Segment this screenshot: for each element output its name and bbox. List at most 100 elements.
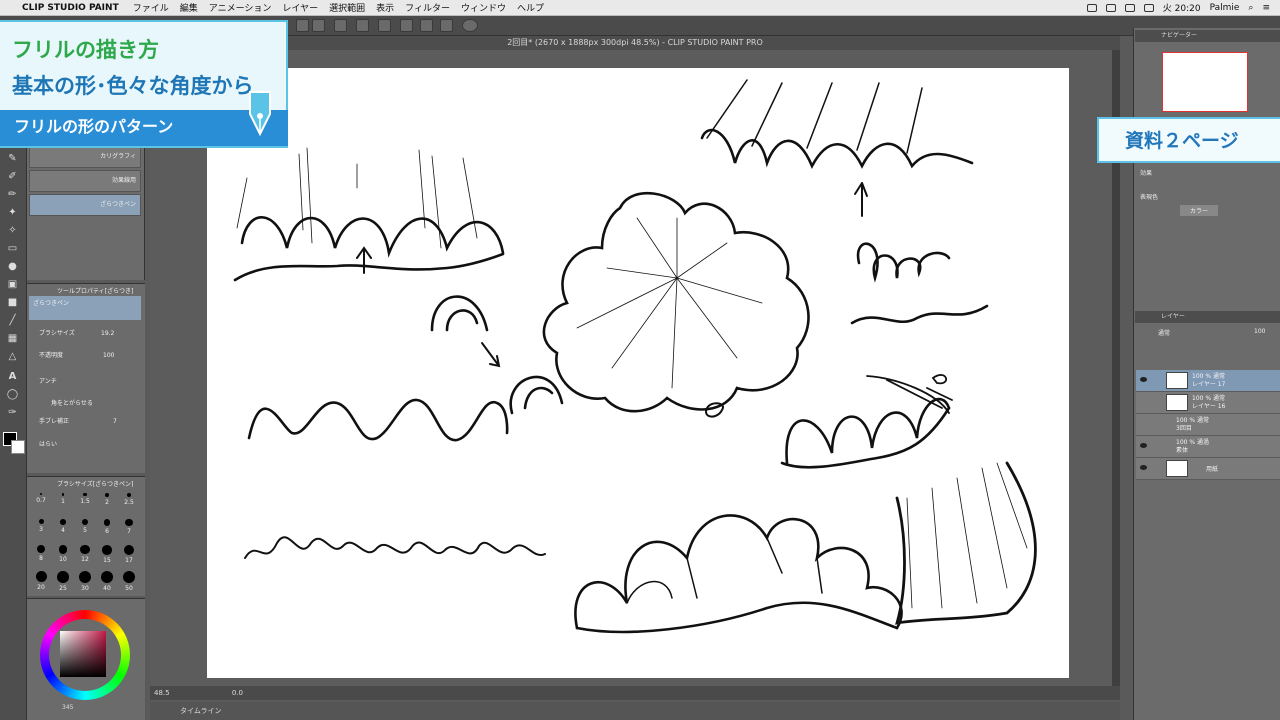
brush-size-label: 2 [105, 498, 109, 506]
brush-size-cell[interactable]: 2 [97, 491, 117, 515]
brush-size-cell[interactable]: 0.7 [31, 491, 51, 515]
airbrush-tool-icon[interactable]: ✦ [5, 206, 20, 219]
sub-color-swatch[interactable] [11, 440, 25, 454]
zoom-value[interactable]: 48.5 [154, 689, 170, 697]
brush-size-cell[interactable]: 8 [31, 543, 51, 567]
ruler-tool-icon[interactable]: △ [5, 350, 20, 363]
brush-item[interactable]: カリグラフィ [29, 146, 141, 168]
eraser-tool-icon[interactable]: ▭ [5, 242, 20, 255]
brush-size-label: 12 [81, 556, 89, 564]
brush-size-value[interactable]: 19.2 [101, 330, 114, 337]
angle-value[interactable]: 0.0 [232, 689, 243, 697]
brush-size-cell[interactable]: 5 [75, 517, 95, 541]
brush-size-cell[interactable]: 50 [119, 569, 139, 593]
eye-icon[interactable] [1140, 377, 1147, 382]
figure-tool-icon[interactable]: ╱ [5, 314, 20, 327]
sketch-drawing [233, 79, 1037, 634]
menu-file[interactable]: ファイル [133, 1, 169, 14]
menu-layer[interactable]: レイヤー [282, 1, 318, 14]
menu-view[interactable]: 表示 [376, 1, 394, 14]
layer-row[interactable]: 100 % 通常 レイヤー 16 [1136, 392, 1280, 414]
layer-row[interactable]: 100 % 通常 レイヤー 17 [1136, 370, 1280, 392]
brush-tool-icon[interactable]: ✏ [5, 188, 20, 201]
brush-size-cell[interactable]: 4 [53, 517, 73, 541]
brush-size-cell[interactable]: 3 [31, 517, 51, 541]
tool-button[interactable] [440, 19, 453, 32]
stabilize-value[interactable]: 7 [113, 418, 117, 425]
brush-size-cell[interactable]: 17 [119, 543, 139, 567]
tool-button[interactable] [312, 19, 325, 32]
brush-preview[interactable]: ざらつきペン [29, 296, 141, 320]
eye-icon[interactable] [1140, 465, 1147, 470]
navigator-tab[interactable]: ナビゲーター [1135, 30, 1280, 42]
blend-mode-select[interactable]: 通常 [1158, 328, 1170, 337]
pen-tool-icon[interactable]: ✎ [5, 152, 20, 165]
tool-button[interactable] [378, 19, 391, 32]
opacity-value[interactable]: 100 [103, 352, 114, 359]
layer-folder-row[interactable]: 100 % 通常 3回目 [1136, 414, 1280, 436]
pencil-tool-icon[interactable]: ✐ [5, 170, 20, 183]
drawing-canvas[interactable] [207, 68, 1069, 678]
brush-size-cell[interactable]: 40 [97, 569, 117, 593]
wifi-icon[interactable] [1124, 3, 1135, 12]
tool-button[interactable] [400, 19, 413, 32]
brush-size-dot [60, 519, 66, 525]
brush-size-cell[interactable]: 25 [53, 569, 73, 593]
clock[interactable]: 火 20:20 [1163, 1, 1201, 14]
tool-button[interactable] [334, 19, 347, 32]
menu-window[interactable]: ウィンドウ [461, 1, 506, 14]
brush-size-cell[interactable]: 10 [53, 543, 73, 567]
status-icon[interactable] [1105, 3, 1116, 12]
tool-button[interactable] [420, 19, 433, 32]
layer-opacity-value[interactable]: 100 [1254, 328, 1265, 335]
layer-folder-row[interactable]: 100 % 通過 素体 [1136, 436, 1280, 458]
layer-tab[interactable]: レイヤー [1135, 311, 1280, 323]
battery-icon[interactable] [1143, 3, 1154, 12]
brush-item[interactable]: 効果線用 [29, 170, 141, 192]
gradient-tool-icon[interactable]: ■ [5, 296, 20, 309]
brush-size-cell[interactable]: 2.5 [119, 491, 139, 515]
paper-layer-row[interactable]: 用紙 [1136, 458, 1280, 480]
settings-icon[interactable] [462, 19, 478, 32]
menu-selection[interactable]: 選択範囲 [329, 1, 365, 14]
navigator-thumbnail[interactable] [1162, 52, 1248, 112]
brush-size-cell[interactable]: 15 [97, 543, 117, 567]
user-name[interactable]: Palmie [1210, 3, 1240, 13]
menu-help[interactable]: ヘルプ [517, 1, 544, 14]
brush-item-selected[interactable]: ざらつきペン [29, 194, 141, 216]
status-icon[interactable] [1086, 3, 1097, 12]
eye-icon[interactable] [1140, 443, 1147, 448]
brush-size-label: 4 [61, 526, 65, 534]
brush-size-cell[interactable]: 1 [53, 491, 73, 515]
menu-icon[interactable]: ≡ [1262, 3, 1270, 13]
brush-size-cell[interactable]: 30 [75, 569, 95, 593]
layer-info: 100 % 通常 レイヤー 16 [1192, 395, 1225, 411]
frame-tool-icon[interactable]: ▦ [5, 332, 20, 345]
menu-filter[interactable]: フィルター [405, 1, 450, 14]
brush-size-cell[interactable]: 7 [119, 517, 139, 541]
tool-button[interactable] [356, 19, 369, 32]
expression-color-select[interactable]: カラー [1180, 205, 1219, 216]
timeline-bar[interactable]: タイムライン [150, 702, 1120, 720]
menu-edit[interactable]: 編集 [180, 1, 198, 14]
balloon-tool-icon[interactable]: ◯ [5, 388, 20, 401]
text-tool-icon[interactable]: A [5, 370, 20, 383]
fill-tool-icon[interactable]: ▣ [5, 278, 20, 291]
color-square[interactable] [60, 631, 106, 677]
brush-size-cell[interactable]: 1.5 [75, 491, 95, 515]
sharpen-checkbox[interactable]: 角をとがらせる [51, 398, 93, 407]
decoration-tool-icon[interactable]: ✧ [5, 224, 20, 237]
tool-button[interactable] [296, 19, 309, 32]
brush-size-dot [103, 519, 111, 526]
brush-size-dot [79, 571, 91, 583]
search-icon[interactable]: ⌕ [1248, 3, 1253, 13]
brush-size-cell[interactable]: 6 [97, 517, 117, 541]
correct-line-tool-icon[interactable]: ✑ [5, 406, 20, 419]
app-menu[interactable]: CLIP STUDIO PAINT [22, 3, 119, 13]
brush-size-label: 17 [125, 557, 133, 565]
brush-size-cell[interactable]: 20 [31, 569, 51, 593]
menu-animation[interactable]: アニメーション [209, 1, 272, 14]
blend-tool-icon[interactable]: ● [5, 260, 20, 273]
canvas-status-bar: 48.5 0.0 [150, 686, 1120, 700]
brush-size-cell[interactable]: 12 [75, 543, 95, 567]
